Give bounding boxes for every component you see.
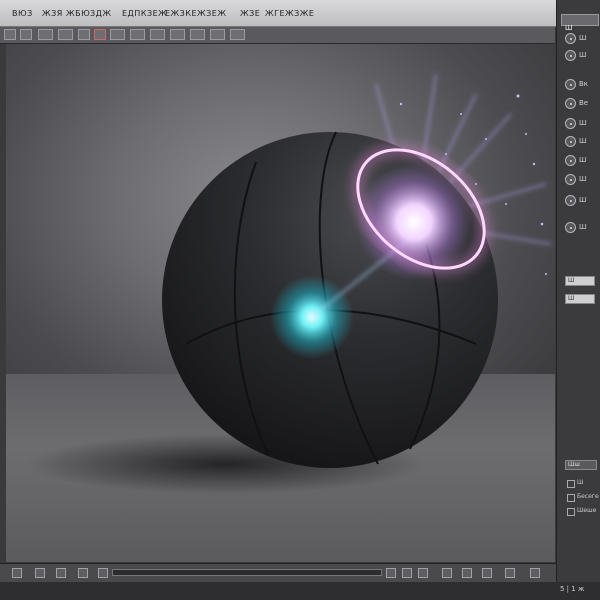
tool-snap-icon[interactable] xyxy=(190,29,205,40)
panel-field-2[interactable]: Ш xyxy=(565,294,595,304)
timeline-bar xyxy=(0,563,556,582)
panel-row-label: Ш xyxy=(579,34,587,42)
view-icon[interactable] xyxy=(505,568,515,578)
knob-icon[interactable] xyxy=(565,195,576,206)
panel-row-label: Ш xyxy=(579,51,587,59)
panel-row-2[interactable]: Ш xyxy=(565,50,599,64)
panel-row-8[interactable]: Ш xyxy=(565,174,599,188)
frame-end-icon[interactable] xyxy=(98,568,108,578)
panel-lower-label-4: Шеше xyxy=(577,507,597,514)
panel-lower-label-2: Ш xyxy=(577,479,584,486)
panel-row-label: Ш xyxy=(579,196,587,204)
panel-row-label: Ш xyxy=(579,137,587,145)
panel-row-7[interactable]: Ш xyxy=(565,155,599,169)
play-back-icon[interactable] xyxy=(35,568,45,578)
tool-grid-icon[interactable] xyxy=(170,29,185,40)
play-forward-icon[interactable] xyxy=(78,568,88,578)
settings-icon[interactable] xyxy=(462,568,472,578)
tool-camera-icon[interactable] xyxy=(78,29,90,40)
knob-icon[interactable] xyxy=(565,155,576,166)
panel-checkbox-3[interactable] xyxy=(567,508,575,516)
menu-item-2[interactable]: ЖЗЯ xyxy=(42,8,63,20)
bottom-bar xyxy=(0,582,600,600)
knob-icon[interactable] xyxy=(565,79,576,90)
knob-icon[interactable] xyxy=(565,33,576,44)
sound-icon[interactable] xyxy=(482,568,492,578)
play-icon[interactable] xyxy=(56,568,66,578)
knob-icon[interactable] xyxy=(565,98,576,109)
menu-item-5[interactable]: ЕДПКЗЕЖ xyxy=(122,8,167,20)
panel-row-label: Вк xyxy=(579,80,589,88)
panel-lower-label-3: Бесеге xyxy=(577,493,599,500)
knob-icon[interactable] xyxy=(565,136,576,147)
panel-checkbox-2[interactable] xyxy=(567,494,575,502)
scene-render xyxy=(26,73,552,494)
knob-icon[interactable] xyxy=(565,222,576,233)
menu-bar: ВЮЗ ЖЗЯ ЖБЮ ЗДЖ ЕДПКЗЕЖ ЕЖЗКЕЖЗЕЖ ЖЗЕ ЖГ… xyxy=(0,0,600,27)
timeline-scrubber[interactable] xyxy=(112,569,382,576)
tool-record-icon[interactable] xyxy=(94,29,106,40)
menu-item-1[interactable]: ВЮЗ xyxy=(12,8,33,20)
panel-header-label: Ш xyxy=(565,24,573,32)
panel-row-label: Ш xyxy=(579,223,587,231)
panel-row-9[interactable]: Ш xyxy=(565,195,599,209)
panel-header: Ш xyxy=(561,14,599,32)
panel-row-5[interactable]: Ш xyxy=(565,118,599,132)
panel-row-label: Ш xyxy=(579,156,587,164)
loop-icon[interactable] xyxy=(442,568,452,578)
panel-lower-field-1[interactable]: Шш xyxy=(565,460,597,470)
frame-start-icon[interactable] xyxy=(12,568,22,578)
tool-view-icon[interactable] xyxy=(210,29,225,40)
tool-render-icon[interactable] xyxy=(150,29,165,40)
3d-viewport[interactable] xyxy=(6,44,555,562)
menu-item-3[interactable]: ЖБЮ xyxy=(66,8,90,20)
menu-item-7[interactable]: ЖЗЕ xyxy=(240,8,260,20)
panel-checkbox-1[interactable] xyxy=(567,480,575,488)
tool-move-icon[interactable] xyxy=(20,29,32,40)
panel-row-6[interactable]: Ш xyxy=(565,136,599,150)
tool-layers-icon[interactable] xyxy=(230,29,245,40)
properties-panel: Ш Ш Ш Вк Ве Ш Ш Ш Ш Ш Ш Ш Ш Шш Ш Бесеге … xyxy=(556,0,600,600)
panel-row-1[interactable]: Ш xyxy=(565,33,599,47)
tool-select-icon[interactable] xyxy=(4,29,16,40)
frame-readout: 5 | 1 ж xyxy=(560,585,585,593)
tool-light-icon[interactable] xyxy=(110,29,125,40)
panel-row-label: Ш xyxy=(579,175,587,183)
knob-icon[interactable] xyxy=(565,174,576,185)
panel-row-label: Ш xyxy=(579,119,587,127)
knob-icon[interactable] xyxy=(565,118,576,129)
panel-row-label: Ве xyxy=(579,99,589,107)
panel-field-1[interactable]: Ш xyxy=(565,276,595,286)
tool-material-icon[interactable] xyxy=(130,29,145,40)
app-window: ВЮЗ ЖЗЯ ЖБЮ ЗДЖ ЕДПКЗЕЖ ЕЖЗКЕЖЗЕЖ ЖЗЕ ЖГ… xyxy=(0,0,600,600)
panel-row-10[interactable]: Ш xyxy=(565,222,599,236)
menu-item-8[interactable]: ЖГЕЖЗЖЕ xyxy=(265,8,314,20)
tool-scale-icon[interactable] xyxy=(58,29,73,40)
panel-row-3[interactable]: Вк xyxy=(565,79,599,93)
menu-item-6[interactable]: ЕЖЗКЕЖЗЕЖ xyxy=(165,8,226,20)
expand-icon[interactable] xyxy=(530,568,540,578)
toolbar xyxy=(0,27,555,44)
panel-row-4[interactable]: Ве xyxy=(565,98,599,112)
menu-item-4[interactable]: ЗДЖ xyxy=(90,8,112,20)
key-icon[interactable] xyxy=(386,568,396,578)
key-delete-icon[interactable] xyxy=(418,568,428,578)
knob-icon[interactable] xyxy=(565,50,576,61)
key-add-icon[interactable] xyxy=(402,568,412,578)
tool-rotate-icon[interactable] xyxy=(38,29,53,40)
